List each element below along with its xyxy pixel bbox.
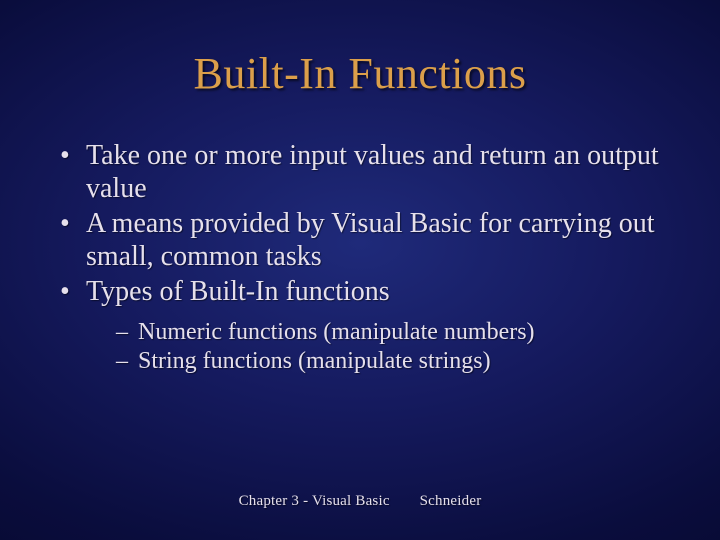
sub-bullet-list: Numeric functions (manipulate numbers) S… <box>86 318 680 377</box>
bullet-item: Types of Built-In functions Numeric func… <box>56 275 680 377</box>
slide: Built-In Functions Take one or more inpu… <box>0 0 720 540</box>
footer-right: Schneider <box>420 493 482 509</box>
slide-body: Take one or more input values and return… <box>40 139 680 377</box>
slide-footer: Chapter 3 - Visual Basic Schneider <box>0 493 720 510</box>
sub-bullet-text: Numeric functions (manipulate numbers) <box>138 319 535 345</box>
sub-bullet-item: Numeric functions (manipulate numbers) <box>116 318 680 347</box>
slide-title: Built-In Functions <box>40 48 680 99</box>
bullet-list: Take one or more input values and return… <box>40 139 680 377</box>
footer-left: Chapter 3 - Visual Basic <box>239 493 390 509</box>
sub-bullet-item: String functions (manipulate strings) <box>116 347 680 376</box>
sub-bullet-text: String functions (manipulate strings) <box>138 348 491 374</box>
bullet-text: Types of Built-In functions <box>86 276 390 307</box>
bullet-item: A means provided by Visual Basic for car… <box>56 207 680 273</box>
bullet-text: Take one or more input values and return… <box>86 140 659 204</box>
bullet-text: A means provided by Visual Basic for car… <box>86 208 655 272</box>
bullet-item: Take one or more input values and return… <box>56 139 680 205</box>
